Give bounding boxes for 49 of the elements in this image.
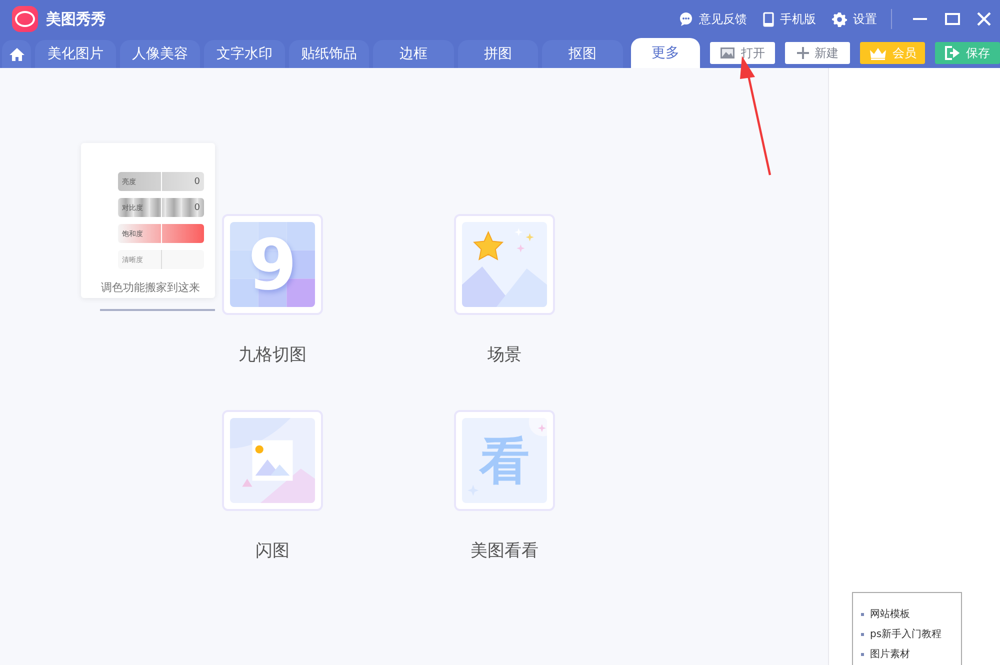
bullet-icon bbox=[861, 612, 864, 616]
save-button[interactable]: 保存 bbox=[935, 42, 1000, 64]
tab[interactable]: 人像美容 bbox=[120, 40, 200, 68]
tile-glyph: 看 bbox=[480, 436, 530, 486]
slider-value: 0 bbox=[194, 176, 200, 186]
image-icon bbox=[720, 47, 736, 59]
list-link[interactable]: 网站模板 bbox=[870, 607, 910, 621]
exit-icon bbox=[945, 46, 960, 60]
settings-icon bbox=[832, 12, 847, 26]
close-icon bbox=[977, 12, 991, 26]
list-link[interactable]: 图片素材 bbox=[870, 647, 910, 661]
star-scene-icon bbox=[462, 222, 547, 307]
picture-frame-icon bbox=[230, 418, 315, 503]
open-button[interactable]: 打开 bbox=[710, 42, 776, 64]
tab[interactable]: 美化图片 bbox=[35, 40, 116, 68]
window-title: 美图秀秀 bbox=[46, 10, 106, 28]
bullet-icon bbox=[861, 652, 864, 656]
tool-tile[interactable] bbox=[454, 214, 555, 315]
tab[interactable]: 边框 bbox=[373, 40, 454, 68]
home-tab[interactable] bbox=[2, 40, 32, 68]
tile-glyph: 9 bbox=[248, 230, 297, 300]
plus-icon bbox=[796, 47, 809, 59]
bullet-icon bbox=[861, 632, 864, 636]
new-button[interactable]: 新建 bbox=[785, 42, 850, 64]
tab[interactable]: 拼图 bbox=[458, 40, 538, 68]
tab[interactable]: 贴纸饰品 bbox=[288, 40, 370, 68]
phone-icon bbox=[763, 12, 774, 26]
list-link[interactable]: ps新手入门教程 bbox=[870, 627, 942, 641]
feedback-link[interactable]: 意见反馈 bbox=[671, 10, 755, 28]
slider-value: 0 bbox=[194, 202, 200, 212]
maximize-icon bbox=[944, 13, 960, 25]
chat-icon bbox=[679, 12, 693, 26]
home-icon bbox=[8, 46, 25, 62]
tool-tile[interactable] bbox=[222, 410, 323, 511]
app-logo-icon bbox=[12, 6, 38, 32]
popup-message: 调色功能搬家到这来 bbox=[101, 281, 200, 295]
tool-label: 美图看看 bbox=[470, 540, 538, 563]
grid-nine-icon bbox=[230, 222, 315, 307]
settings-link[interactable]: 设置 bbox=[824, 10, 885, 28]
sparkle-background-icon bbox=[462, 418, 547, 503]
tool-label: 九格切图 bbox=[238, 344, 306, 367]
mobile-link[interactable]: 手机版 bbox=[755, 10, 824, 28]
tool-label: 闪图 bbox=[256, 540, 290, 563]
tool-label: 场景 bbox=[488, 344, 522, 367]
tab[interactable]: 文字水印 bbox=[204, 40, 285, 68]
tab[interactable]: 抠图 bbox=[542, 40, 623, 68]
crown-icon bbox=[868, 46, 887, 60]
tab[interactable]: 更多 bbox=[630, 38, 700, 68]
minimize-icon bbox=[913, 18, 927, 20]
